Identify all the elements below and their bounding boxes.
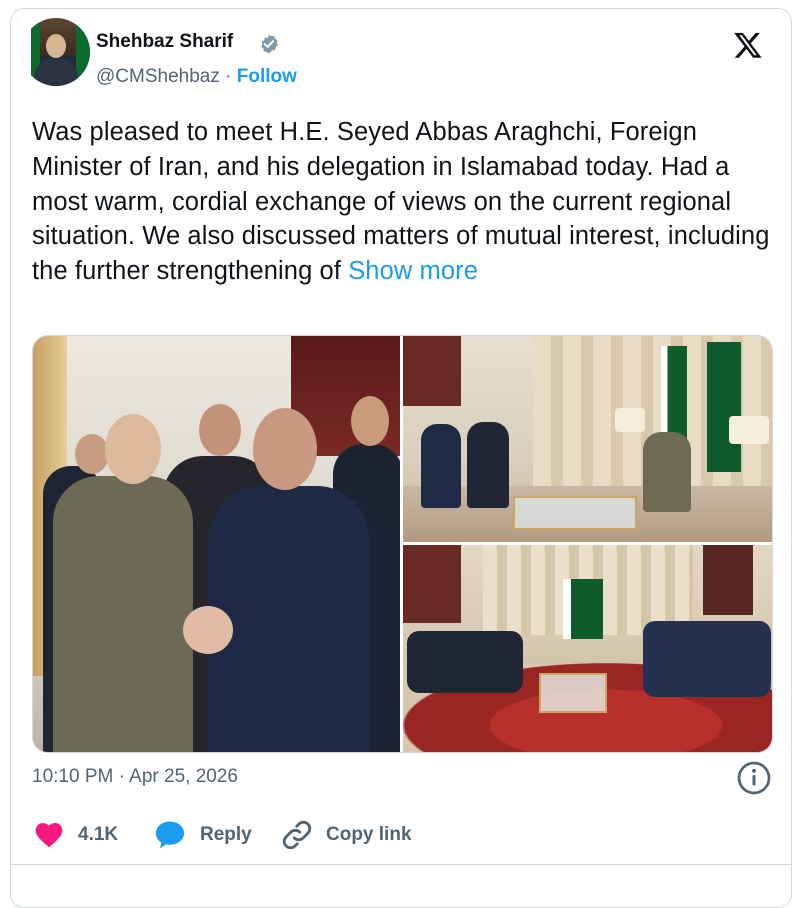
flag-decoration-right [76,18,90,86]
delegate-2 [467,422,509,508]
bottom-divider [10,864,792,865]
photo-handshake[interactable] [33,336,400,752]
reply-label: Reply [200,824,252,845]
state-flag [707,342,741,472]
handshake-hands [183,606,233,654]
wall-carpet-left [403,545,461,623]
person-right-face [351,396,389,446]
speech-bubble-icon [155,821,185,849]
x-logo-icon[interactable] [732,30,764,60]
minister-suit [209,486,369,752]
media-grid [32,335,773,753]
pm-suit [53,476,193,752]
reply-button[interactable]: Reply [152,815,252,855]
avatar-suit [34,58,78,86]
center-table [539,673,607,713]
wall-carpet [403,336,461,406]
lamp-right [729,416,769,444]
person-middle-face [199,404,241,456]
tweet-text: Was pleased to meet H.E. Seyed Abbas Ara… [32,115,772,289]
wall-carpet-right [703,545,753,615]
person-background-left-face [75,434,109,474]
heart-icon [35,823,63,848]
action-bar: 4.1K Reply Copy link [32,815,772,855]
delegation-left [407,631,523,693]
like-button[interactable]: 4.1K [32,815,118,855]
pm-seated [643,432,691,512]
photo-delegation-meeting[interactable] [403,545,772,752]
show-more-link[interactable]: Show more [348,257,478,285]
verified-badge-icon [261,34,278,54]
separator-dot: · [225,66,232,87]
like-count: 4.1K [78,824,119,845]
avatar-face [46,34,66,58]
lamp-left [615,408,645,432]
pm-face [105,414,161,484]
minister-face [253,408,317,490]
flags-center [563,579,603,639]
author-handle[interactable]: @CMShehbaz [96,66,220,87]
avatar[interactable] [22,18,90,86]
copy-link-label: Copy link [326,824,412,845]
follow-link[interactable]: Follow [237,66,297,87]
info-icon[interactable] [736,760,772,796]
copy-link-button[interactable]: Copy link [280,815,412,855]
author-name[interactable]: Shehbaz Sharif [96,31,233,53]
glass-table [513,496,637,530]
handle-row: @CMShehbaz · Follow [96,66,297,88]
delegation-right [643,621,771,697]
link-icon [282,820,312,850]
tweet-timestamp[interactable]: 10:10 PM · Apr 25, 2026 [32,766,238,788]
photo-meeting-room[interactable] [403,336,772,542]
delegate-1 [421,424,461,508]
